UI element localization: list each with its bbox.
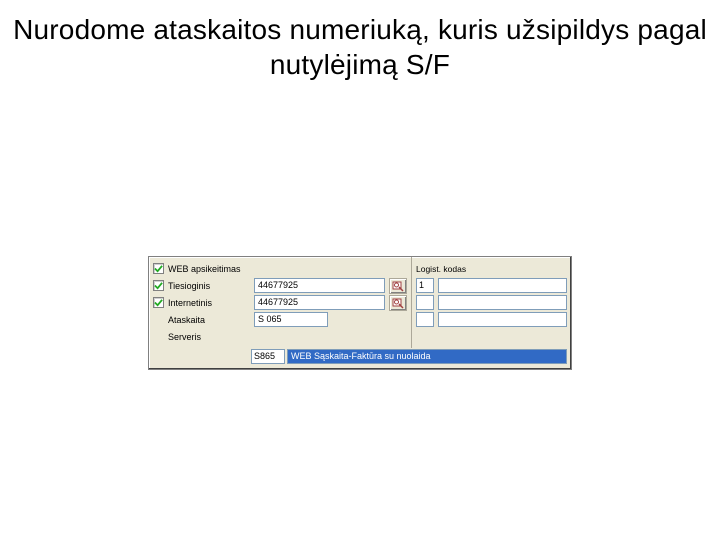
label-report: Ataskaita	[168, 315, 250, 325]
lookup-icon	[392, 297, 404, 309]
settings-panel: WEB apsikeitimas Tiesioginis 44677925	[148, 256, 572, 370]
input-logist-1[interactable]	[438, 278, 567, 293]
checkbox-internet[interactable]	[153, 297, 164, 308]
logist-index-1: 1	[416, 278, 434, 293]
dropdown-selected[interactable]: WEB Sąskaita-Faktūra su nuolaida	[287, 349, 567, 364]
row-logist-1: 1	[416, 277, 567, 294]
dropdown-row: S865 WEB Sąskaita-Faktūra su nuolaida	[251, 348, 567, 366]
lookup-internet-button[interactable]	[389, 295, 407, 311]
row-report: Ataskaita S 065	[153, 311, 407, 328]
row-web-exchange: WEB apsikeitimas	[153, 260, 407, 277]
input-logist-3[interactable]	[438, 312, 567, 327]
row-direct: Tiesioginis 44677925	[153, 277, 407, 294]
logist-index-2	[416, 295, 434, 310]
label-logist: Logist. kodas	[416, 264, 494, 274]
lookup-icon	[392, 280, 404, 292]
checkbox-direct[interactable]	[153, 280, 164, 291]
input-logist-2[interactable]	[438, 295, 567, 310]
lookup-direct-button[interactable]	[389, 278, 407, 294]
label-internet: Internetinis	[168, 298, 250, 308]
row-logist-3	[416, 311, 567, 328]
checkbox-web-exchange[interactable]	[153, 263, 164, 274]
dropdown-code[interactable]: S865	[251, 349, 285, 364]
input-direct[interactable]: 44677925	[254, 278, 385, 293]
row-logist-2	[416, 294, 567, 311]
row-logist-header: Logist. kodas	[416, 260, 567, 277]
input-internet[interactable]: 44677925	[254, 295, 385, 310]
row-internet: Internetinis 44677925	[153, 294, 407, 311]
left-column: WEB apsikeitimas Tiesioginis 44677925	[149, 257, 411, 348]
right-column: Logist. kodas 1	[411, 257, 571, 348]
logist-index-3	[416, 312, 434, 327]
label-direct: Tiesioginis	[168, 281, 250, 291]
label-web-exchange: WEB apsikeitimas	[168, 264, 260, 274]
page-title: Nurodome ataskaitos numeriuką, kuris užs…	[0, 12, 720, 82]
input-report[interactable]: S 065	[254, 312, 328, 327]
row-server: Serveris	[153, 328, 407, 345]
label-server: Serveris	[168, 332, 250, 342]
